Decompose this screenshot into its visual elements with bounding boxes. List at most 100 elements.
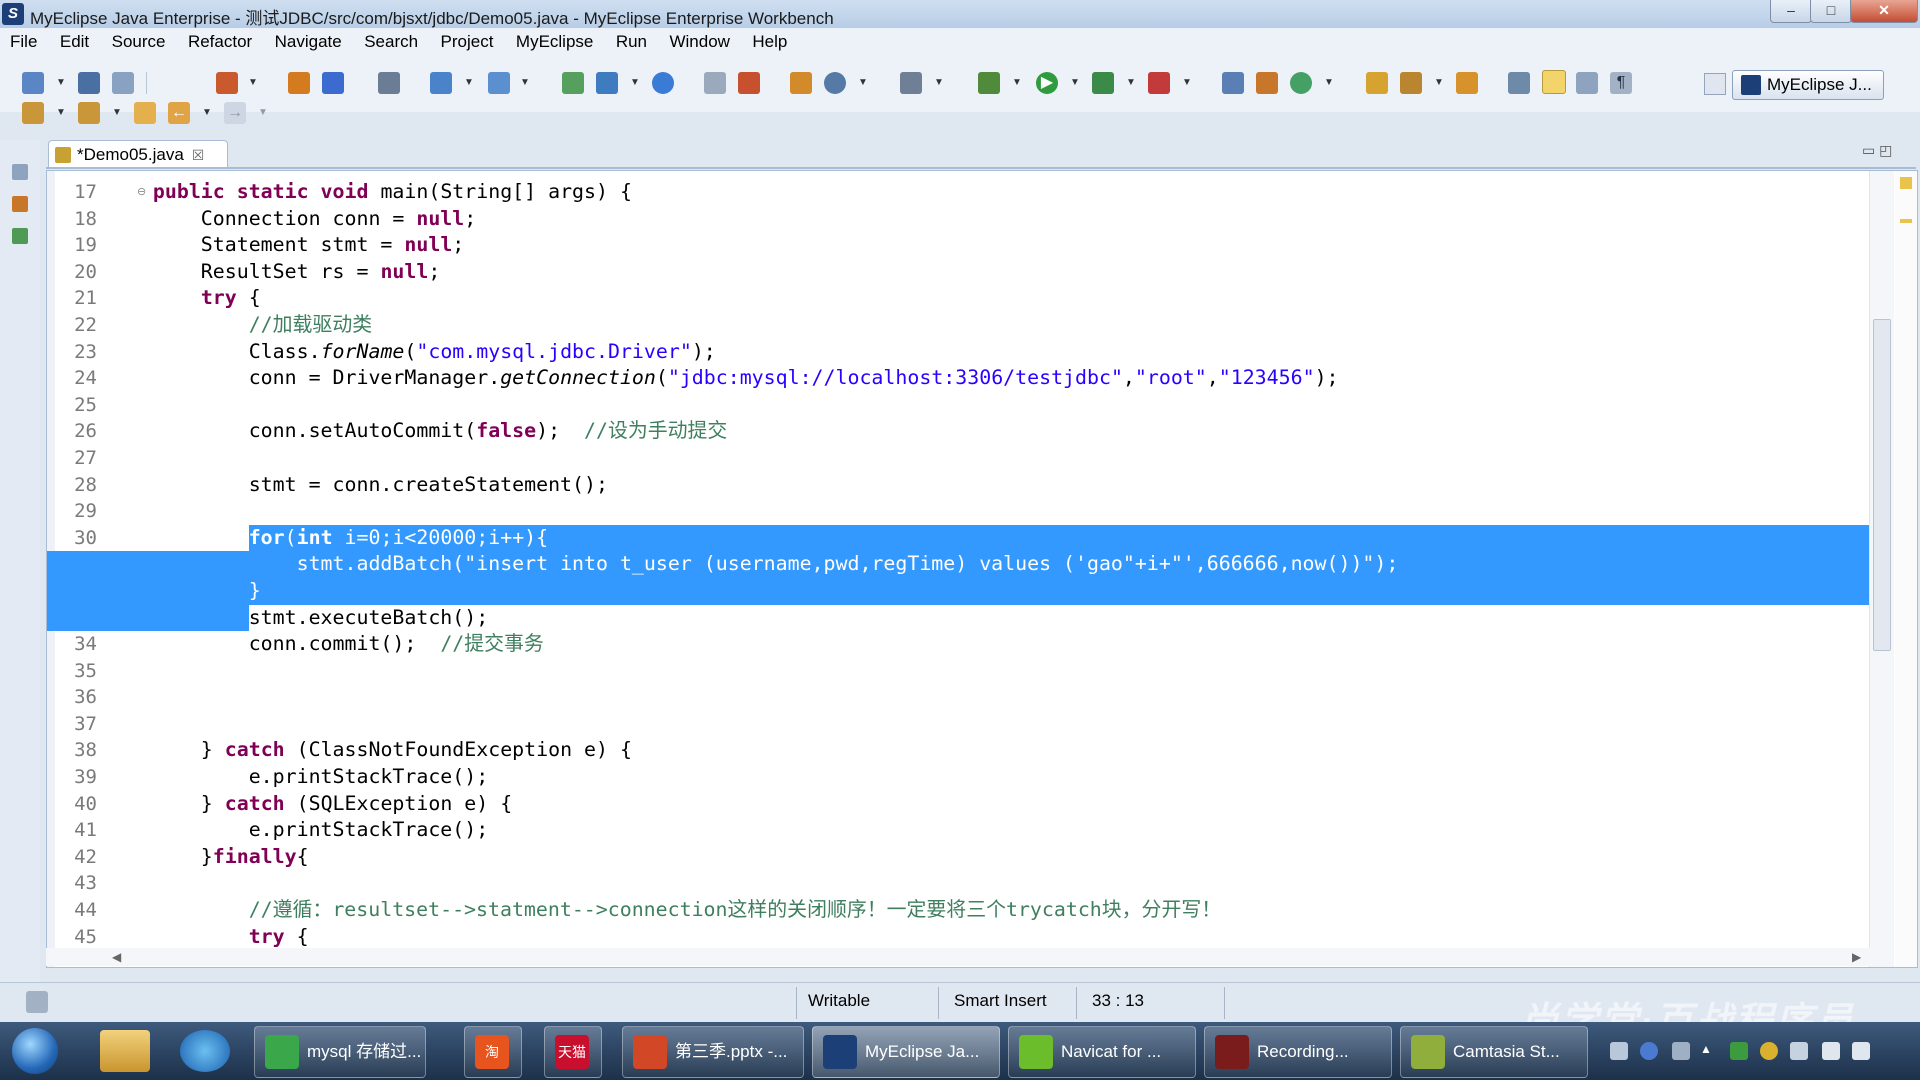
help-icon[interactable] [1640,1042,1658,1060]
code-line[interactable]: } catch (ClassNotFoundException e) { [105,737,1895,764]
code-line[interactable]: } catch (SQLException e) { [105,791,1895,818]
device-icon[interactable] [1790,1042,1808,1060]
code-editor[interactable]: 1718192021222324252627282930313233343536… [46,170,1918,968]
previous-annotation-icon[interactable] [78,102,100,124]
code-line[interactable]: conn.commit(); //提交事务 [105,631,1895,658]
taskbar-item[interactable]: mysql 存储过... [254,1026,426,1078]
taskbar-item[interactable]: MyEclipse Ja... [812,1026,1000,1078]
deploy-dropdown-icon[interactable]: ▼ [464,72,474,94]
annotation-marker[interactable] [1900,219,1912,223]
start-button[interactable] [12,1028,58,1074]
run-external-dropdown-icon[interactable]: ▼ [1126,72,1136,94]
code-line[interactable] [105,684,1895,711]
scroll-right-icon[interactable]: ▶ [1852,950,1861,964]
new-icon[interactable] [22,72,44,94]
code-line[interactable] [105,392,1895,419]
code-line[interactable] [105,445,1895,472]
code-line[interactable]: } [47,577,1895,605]
save-icon[interactable] [78,72,100,94]
forward-icon[interactable]: → [224,102,246,124]
code-line[interactable]: conn = DriverManager.getConnection("jdbc… [105,365,1895,392]
code-area[interactable]: public static void main(String[] args) {… [47,179,1895,951]
taskbar-item[interactable]: 第三季.pptx -... [622,1026,804,1078]
show-whitespace-icon[interactable]: ¶ [1610,72,1632,94]
code-line[interactable]: e.printStackTrace(); [105,764,1895,791]
print-icon[interactable] [112,72,134,94]
last-edit-icon[interactable] [134,102,156,124]
web-project-icon[interactable] [562,72,584,94]
sync-dropdown-icon[interactable]: ▼ [1324,72,1334,94]
perspective-switcher[interactable]: MyEclipse J... [1732,70,1884,100]
grid-icon[interactable] [1256,72,1278,94]
folder-open-icon[interactable] [704,72,726,94]
code-line[interactable]: Class.forName("com.mysql.jdbc.Driver"); [105,339,1895,366]
code-line[interactable]: stmt = conn.createStatement(); [105,472,1895,499]
browser-icon[interactable] [824,72,846,94]
sync-icon[interactable] [1290,72,1312,94]
menu-project[interactable]: Project [431,28,502,56]
edit-icon[interactable] [1456,72,1478,94]
menu-refactor[interactable]: Refactor [178,28,260,56]
back-icon[interactable]: ← [168,102,190,124]
menu-search[interactable]: Search [354,28,426,56]
fast-view-icon[interactable] [26,991,48,1013]
code-line[interactable] [105,658,1895,685]
next-annotation-icon[interactable] [22,102,44,124]
code-line[interactable]: Statement stmt = null; [105,232,1895,259]
ejb-dropdown-icon[interactable]: ▼ [630,72,640,94]
code-line[interactable] [105,711,1895,738]
menu-file[interactable]: File [0,28,45,56]
browser-dropdown-icon[interactable]: ▼ [858,72,868,94]
image-icon[interactable] [790,72,812,94]
pen-icon[interactable] [1400,72,1422,94]
scroll-left-icon[interactable]: ◀ [112,950,121,964]
code-line[interactable]: for(int i=0;i<20000;i++){ [105,524,1895,552]
code-line[interactable]: stmt.addBatch("insert into t_user (usern… [47,551,1895,578]
new-project-icon[interactable] [216,72,238,94]
security-shield-icon[interactable] [1730,1042,1748,1060]
previous-annotation-dropdown-icon[interactable]: ▼ [112,102,122,124]
code-line[interactable] [105,870,1895,897]
code-line[interactable]: ResultSet rs = null; [105,259,1895,286]
volume-icon[interactable] [1852,1042,1870,1060]
horizontal-scrollbar[interactable]: ◀ ▶ [46,948,1872,966]
keyboard-icon[interactable] [1610,1042,1628,1060]
minimize-button[interactable]: – [1770,0,1812,23]
open-perspective-icon[interactable] [1704,73,1726,95]
show-hidden-icons-icon[interactable]: ▲ [1700,1042,1718,1060]
next-annotation-dropdown-icon[interactable]: ▼ [56,102,66,124]
menu-window[interactable]: Window [659,28,737,56]
open-type-dropdown-icon[interactable]: ▼ [520,72,530,94]
block-selection-icon[interactable] [1576,72,1598,94]
back-dropdown-icon[interactable]: ▼ [202,102,212,124]
screen-dropdown-icon[interactable]: ▼ [934,72,944,94]
pen-dropdown-icon[interactable]: ▼ [1434,72,1444,94]
run-dropdown-icon[interactable]: ▼ [1070,72,1080,94]
new-wizard-icon[interactable] [1222,72,1244,94]
code-line[interactable]: }finally{ [105,844,1895,871]
taskbar-item[interactable]: Navicat for ... [1008,1026,1196,1078]
debug-icon[interactable] [978,72,1000,94]
tab-demo05-java[interactable]: *Demo05.java ☒ [48,140,228,169]
refresh-icon[interactable] [738,72,760,94]
run-icon[interactable]: ▶ [1036,72,1058,94]
open-folder-icon[interactable] [1366,72,1388,94]
signal-icon[interactable] [1822,1042,1840,1060]
code-line[interactable]: stmt.executeBatch(); [47,604,1895,632]
highlight-icon[interactable] [1542,70,1566,94]
scrollbar-thumb[interactable] [1873,319,1891,651]
restore-view-icon[interactable] [12,164,28,180]
taskbar-item[interactable]: 淘 [464,1026,522,1078]
menu-navigate[interactable]: Navigate [265,28,350,56]
menu-run[interactable]: Run [606,28,655,56]
class-icon[interactable] [322,72,344,94]
menu-edit[interactable]: Edit [50,28,97,56]
menu-source[interactable]: Source [102,28,174,56]
hierarchy-icon[interactable] [12,228,28,244]
code-line[interactable]: try { [105,924,1895,951]
forward-dropdown-icon[interactable]: ▼ [258,102,268,124]
taskbar-item[interactable]: 天猫 [544,1026,602,1078]
taskbar-item[interactable]: Recording... [1204,1026,1392,1078]
maximize-button[interactable]: □ [1810,0,1852,23]
code-line[interactable]: Connection conn = null; [105,206,1895,233]
